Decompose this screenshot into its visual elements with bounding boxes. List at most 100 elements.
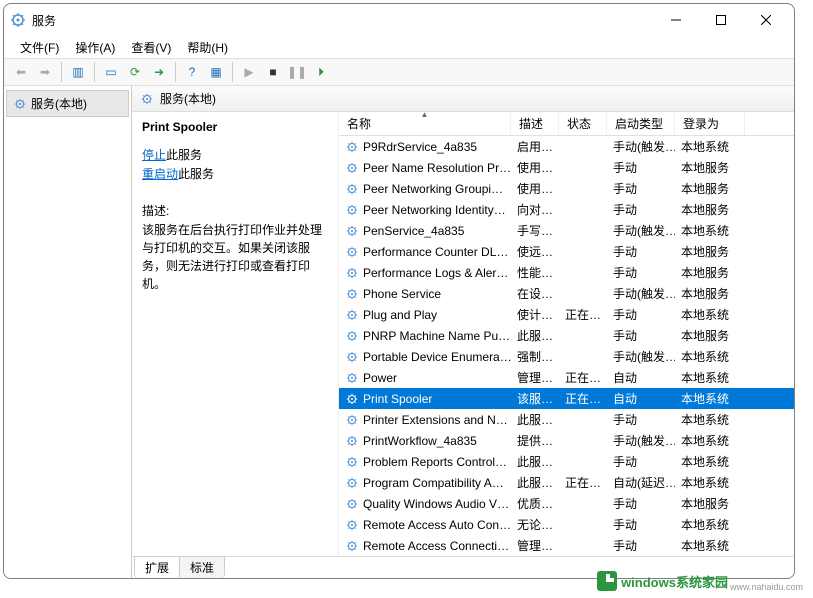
list-row[interactable]: Printer Extensions and N…此服…手动本地系统 bbox=[339, 409, 794, 430]
cell-desc: 该服… bbox=[511, 390, 559, 407]
export-button[interactable]: ➜ bbox=[148, 61, 170, 83]
cell-name: Printer Extensions and N… bbox=[363, 413, 508, 427]
list-row[interactable]: Print Spooler该服…正在…自动本地系统 bbox=[339, 388, 794, 409]
show-hide-tree-button[interactable]: ▥ bbox=[67, 61, 89, 83]
tree-root-item[interactable]: 服务(本地) bbox=[6, 90, 129, 117]
maximize-button[interactable] bbox=[698, 5, 743, 35]
watermark-text: windows系统家园 bbox=[621, 572, 728, 591]
cell-desc: 使远… bbox=[511, 243, 559, 260]
cell-desc: 管理… bbox=[511, 537, 559, 554]
minimize-button[interactable] bbox=[653, 5, 698, 35]
cell-start: 手动 bbox=[607, 537, 675, 554]
col-status[interactable]: 状态 bbox=[559, 112, 607, 135]
list-row[interactable]: Phone Service在设…手动(触发…本地服务 bbox=[339, 283, 794, 304]
menu-file[interactable]: 文件(F) bbox=[12, 37, 67, 58]
cell-name: Peer Networking Groupi… bbox=[363, 182, 503, 196]
selected-service-name: Print Spooler bbox=[142, 120, 328, 134]
services-window: 服务 文件(F) 操作(A) 查看(V) 帮助(H) ⬅ ➡ ▥ ▭ ⟳ ➜ ?… bbox=[3, 3, 795, 579]
cell-desc: 此服… bbox=[511, 327, 559, 344]
list-row[interactable]: Power管理…正在…自动本地系统 bbox=[339, 367, 794, 388]
pause-service-button[interactable]: ❚❚ bbox=[286, 61, 308, 83]
list-row[interactable]: Portable Device Enumera…强制…手动(触发…本地系统 bbox=[339, 346, 794, 367]
menu-view[interactable]: 查看(V) bbox=[123, 37, 179, 58]
cell-start: 手动 bbox=[607, 306, 675, 323]
menu-help[interactable]: 帮助(H) bbox=[179, 37, 236, 58]
cell-name: PrintWorkflow_4a835 bbox=[363, 434, 477, 448]
cell-status: 正在… bbox=[559, 306, 607, 323]
service-icon bbox=[345, 392, 359, 406]
cell-desc: 使用… bbox=[511, 159, 559, 176]
list-row[interactable]: P9RdrService_4a835启用…手动(触发…本地系统 bbox=[339, 136, 794, 157]
cell-logon: 本地服务 bbox=[675, 327, 745, 344]
cell-logon: 本地系统 bbox=[675, 516, 745, 533]
restart-link[interactable]: 重启动 bbox=[142, 167, 178, 181]
service-icon bbox=[345, 539, 359, 553]
cell-start: 手动 bbox=[607, 495, 675, 512]
cell-start: 自动 bbox=[607, 390, 675, 407]
desc-text: 该服务在后台执行打印作业并处理与打印机的交互。如果关闭该服务，则无法进行打印或查… bbox=[142, 221, 328, 293]
cell-name: Remote Access Connecti… bbox=[363, 539, 509, 553]
col-name[interactable]: 名称▲ bbox=[339, 112, 511, 135]
list-row[interactable]: Remote Access Auto Con…无论…手动本地系统 bbox=[339, 514, 794, 535]
list-row[interactable]: PrintWorkflow_4a835提供…手动(触发…本地系统 bbox=[339, 430, 794, 451]
list-row[interactable]: Quality Windows Audio V…优质…手动本地服务 bbox=[339, 493, 794, 514]
cell-desc: 启用… bbox=[511, 138, 559, 155]
cell-logon: 本地系统 bbox=[675, 453, 745, 470]
cell-name: Peer Name Resolution Pr… bbox=[363, 161, 511, 175]
forward-button[interactable]: ➡ bbox=[34, 61, 56, 83]
list-row[interactable]: PNRP Machine Name Pu…此服…手动本地服务 bbox=[339, 325, 794, 346]
close-button[interactable] bbox=[743, 5, 788, 35]
cell-start: 手动(触发… bbox=[607, 138, 675, 155]
stop-service-button[interactable]: ■ bbox=[262, 61, 284, 83]
cell-logon: 本地系统 bbox=[675, 474, 745, 491]
cell-status: 正在… bbox=[559, 369, 607, 386]
restart-service-button[interactable]: ⏵ bbox=[310, 61, 332, 83]
list-body[interactable]: P9RdrService_4a835启用…手动(触发…本地系统Peer Name… bbox=[339, 136, 794, 556]
cell-start: 手动(触发… bbox=[607, 222, 675, 239]
help-button[interactable]: ? bbox=[181, 61, 203, 83]
start-service-button[interactable]: ▶ bbox=[238, 61, 260, 83]
col-logon[interactable]: 登录为 bbox=[675, 112, 745, 135]
list-row[interactable]: Plug and Play使计…正在…手动本地系统 bbox=[339, 304, 794, 325]
tab-standard[interactable]: 标准 bbox=[179, 556, 225, 578]
stop-link[interactable]: 停止 bbox=[142, 148, 166, 162]
list-row[interactable]: Performance Logs & Aler…性能…手动本地服务 bbox=[339, 262, 794, 283]
back-button[interactable]: ⬅ bbox=[10, 61, 32, 83]
cell-logon: 本地系统 bbox=[675, 138, 745, 155]
list-row[interactable]: PenService_4a835手写…手动(触发…本地系统 bbox=[339, 220, 794, 241]
cell-name: Print Spooler bbox=[363, 392, 432, 406]
cell-name: Performance Logs & Aler… bbox=[363, 266, 508, 280]
cell-name: Program Compatibility A… bbox=[363, 476, 504, 490]
col-start[interactable]: 启动类型 bbox=[607, 112, 675, 135]
list-row[interactable]: Performance Counter DL…使远…手动本地服务 bbox=[339, 241, 794, 262]
titlebar: 服务 bbox=[4, 4, 794, 36]
services-icon bbox=[13, 97, 27, 111]
properties-button[interactable]: ▭ bbox=[100, 61, 122, 83]
cell-start: 手动 bbox=[607, 159, 675, 176]
list-row[interactable]: Peer Networking Groupi…使用…手动本地服务 bbox=[339, 178, 794, 199]
watermark-sub: www.nahaidu.com bbox=[730, 582, 803, 592]
cell-logon: 本地服务 bbox=[675, 201, 745, 218]
menubar: 文件(F) 操作(A) 查看(V) 帮助(H) bbox=[4, 36, 794, 58]
cell-desc: 向对… bbox=[511, 201, 559, 218]
service-icon bbox=[345, 329, 359, 343]
list-row[interactable]: Remote Access Connecti…管理…手动本地系统 bbox=[339, 535, 794, 556]
columns-button[interactable]: ▦ bbox=[205, 61, 227, 83]
list-row[interactable]: Peer Name Resolution Pr…使用…手动本地服务 bbox=[339, 157, 794, 178]
tree-root-label: 服务(本地) bbox=[31, 95, 87, 112]
cell-desc: 优质… bbox=[511, 495, 559, 512]
col-desc[interactable]: 描述 bbox=[511, 112, 559, 135]
cell-name: PNRP Machine Name Pu… bbox=[363, 329, 510, 343]
refresh-button[interactable]: ⟳ bbox=[124, 61, 146, 83]
service-icon bbox=[345, 518, 359, 532]
cell-start: 手动 bbox=[607, 264, 675, 281]
watermark: windows系统家园 www.nahaidu.com bbox=[597, 570, 803, 592]
detail-pane: Print Spooler 停止此服务 重启动此服务 描述: 该服务在后台执行打… bbox=[132, 112, 338, 556]
list-row[interactable]: Program Compatibility A…此服…正在…自动(延迟…本地系统 bbox=[339, 472, 794, 493]
list-row[interactable]: Peer Networking Identity…向对…手动本地服务 bbox=[339, 199, 794, 220]
list-row[interactable]: Problem Reports Control…此服…手动本地系统 bbox=[339, 451, 794, 472]
tab-extended[interactable]: 扩展 bbox=[134, 556, 180, 578]
cell-logon: 本地系统 bbox=[675, 411, 745, 428]
menu-action[interactable]: 操作(A) bbox=[67, 37, 123, 58]
tree-pane: 服务(本地) bbox=[4, 86, 132, 578]
